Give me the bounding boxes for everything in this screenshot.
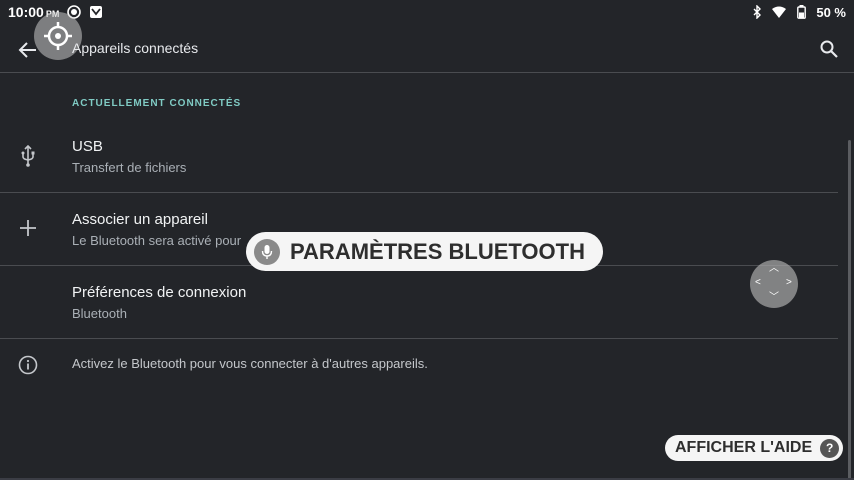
list-item-subtitle: Le Bluetooth sera activé pour — [72, 233, 242, 248]
scrollbar[interactable] — [848, 140, 851, 480]
list-item-subtitle: Bluetooth — [72, 306, 127, 321]
voice-command-label: PARAMÈTRES BLUETOOTH — [290, 238, 585, 264]
bluetooth-status-icon — [750, 5, 764, 19]
usb-icon — [16, 144, 40, 168]
list-item-subtitle: Transfert de fichiers — [72, 160, 187, 175]
status-time-value: 10:00 — [8, 4, 44, 20]
show-help-label: AFFICHER L'AIDE — [675, 439, 813, 456]
list-item-title: Associer un appareil — [72, 211, 208, 228]
list-item-connection-preferences[interactable]: Préférences de connexion Bluetooth — [0, 266, 838, 338]
voice-command-overlay: PARAMÈTRES BLUETOOTH — [246, 232, 603, 271]
divider — [0, 338, 838, 339]
wifi-icon — [772, 5, 787, 19]
list-item-title: USB — [72, 138, 103, 155]
app-notification-icon — [89, 5, 103, 19]
help-question-icon: ? — [820, 438, 840, 458]
list-item-title: Préférences de connexion — [72, 284, 247, 301]
show-help-button[interactable]: AFFICHER L'AIDE ? — [665, 435, 844, 461]
dpad-navigation-control[interactable]: ︿ ﹀ < > — [750, 260, 798, 308]
search-button[interactable] — [816, 36, 842, 62]
chevron-left-icon: < — [755, 277, 761, 288]
status-bar: 10:00PM 50 % — [0, 0, 854, 24]
list-item-usb[interactable]: USB Transfert de fichiers — [0, 120, 838, 192]
page-title: Appareils connectés — [72, 40, 199, 56]
info-icon — [16, 353, 40, 377]
chevron-right-icon: > — [786, 277, 792, 288]
section-header-currently-connected: ACTUELLEMENT CONNECTÉS — [72, 98, 242, 109]
app-bar: Appareils connectés — [0, 12, 854, 73]
chevron-down-icon: ﹀ — [769, 292, 779, 303]
microphone-icon — [254, 238, 280, 265]
bluetooth-info-text: Activez le Bluetooth pour vous connecter… — [72, 356, 428, 371]
chevron-up-icon: ︿ — [769, 263, 779, 274]
battery-percentage: 50 % — [816, 4, 846, 20]
battery-icon — [794, 5, 808, 19]
plus-icon — [16, 216, 40, 240]
search-icon — [820, 40, 838, 58]
